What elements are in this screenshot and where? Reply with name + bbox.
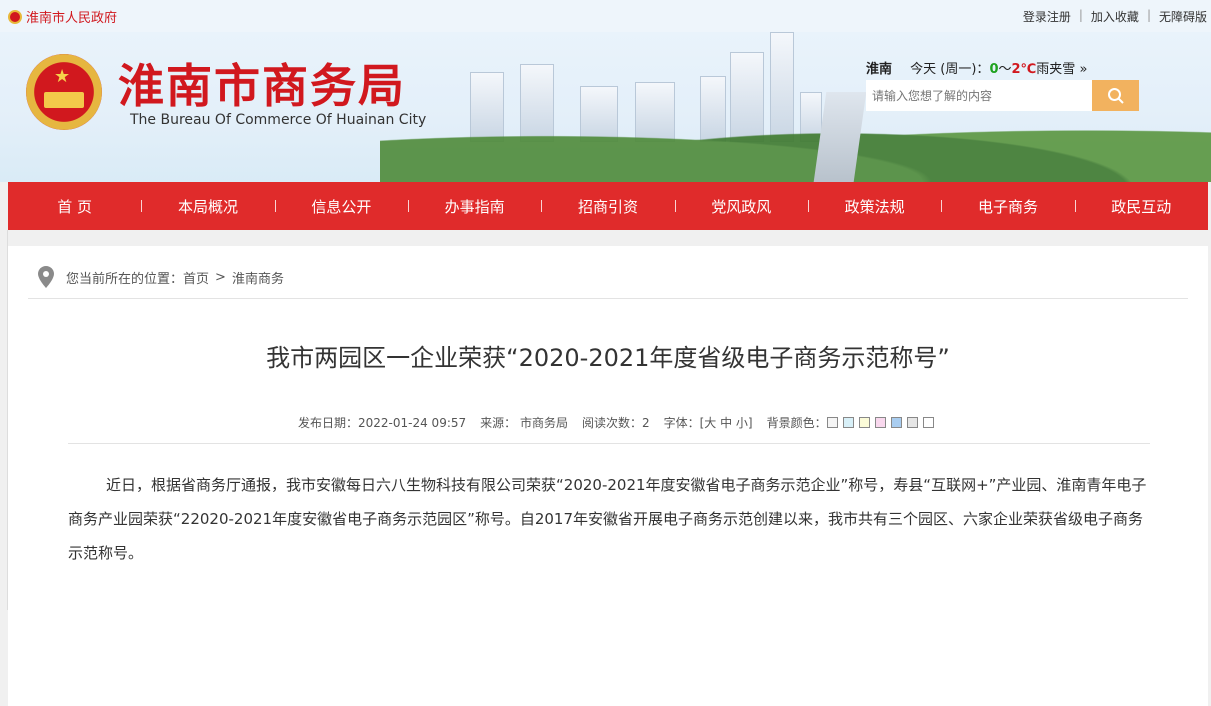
- article-body: 近日，根据省商务厅通报，我市安徽每日六八生物科技有限公司荣获“2020-2021…: [68, 468, 1150, 570]
- article-source: 来源： 市商务局: [480, 416, 568, 430]
- divider: |: [1078, 8, 1083, 22]
- weather-more-icon[interactable]: »: [1079, 62, 1087, 77]
- publish-date: 发布日期：2022-01-24 09:57: [298, 416, 467, 430]
- bg-color-label: 背景颜色：: [766, 416, 827, 430]
- bg-swatch-7[interactable]: [922, 417, 934, 428]
- temp-high: 2℃: [1011, 62, 1037, 77]
- nav-investment[interactable]: 招商引资: [541, 196, 674, 217]
- page-edge: [0, 230, 8, 610]
- breadcrumb-sep: >: [215, 269, 226, 285]
- breadcrumb-current[interactable]: 淮南商务: [232, 268, 284, 287]
- accessibility-link[interactable]: 无障碍版: [1159, 8, 1207, 25]
- nav-about[interactable]: 本局概况: [141, 196, 274, 217]
- nav-policies[interactable]: 政策法规: [807, 196, 941, 217]
- article-card: 您当前所在的位置： 首页 > 淮南商务 我市两园区一企业荣获“2020-2021…: [8, 246, 1208, 706]
- weather-city: 淮南: [866, 62, 893, 77]
- gov-link-label: 淮南市人民政府: [26, 11, 118, 26]
- top-bar: 淮南市人民政府 登录注册 | 加入收藏 | 无障碍版: [0, 0, 1211, 32]
- national-emblem-logo: ★: [26, 54, 102, 130]
- nav-home[interactable]: 首 页: [8, 196, 141, 217]
- national-emblem-icon: [8, 9, 22, 24]
- nav-interaction[interactable]: 政民互动: [1074, 196, 1208, 217]
- top-links: 登录注册 | 加入收藏 | 无障碍版: [1023, 8, 1207, 25]
- divider: |: [1146, 8, 1151, 22]
- article-meta: 发布日期：2022-01-24 09:57 来源： 市商务局 阅读次数：2 字体…: [298, 414, 939, 431]
- location-pin-icon: [38, 266, 54, 288]
- divider: [68, 443, 1150, 444]
- site-subtitle: The Bureau Of Commerce Of Huainan City: [130, 112, 427, 128]
- main-nav: 首 页 本局概况 信息公开 办事指南 招商引资 党风政风 政策法规 电子商务 政…: [8, 182, 1208, 230]
- weather-condition: 雨夹雪: [1036, 62, 1076, 77]
- search-icon: [1107, 87, 1124, 104]
- bg-swatch-6[interactable]: [906, 417, 918, 428]
- header-banner: ★ 淮南市商务局 The Bureau Of Commerce Of Huain…: [0, 32, 1211, 182]
- view-count: 阅读次数：2: [581, 416, 650, 430]
- breadcrumb: 您当前所在的位置： 首页 > 淮南商务: [38, 266, 284, 288]
- font-size-control[interactable]: 字体：[大 中 小]: [664, 414, 753, 431]
- site-title[interactable]: 淮南市商务局: [118, 50, 406, 116]
- login-register-link[interactable]: 登录注册: [1023, 8, 1071, 25]
- gov-home-link[interactable]: 淮南市人民政府: [8, 7, 117, 26]
- nav-ecommerce[interactable]: 电子商务: [941, 196, 1074, 217]
- nav-service-guide[interactable]: 办事指南: [407, 196, 541, 217]
- bg-swatch-1[interactable]: [826, 417, 838, 428]
- article-paragraph: 近日，根据省商务厅通报，我市安徽每日六八生物科技有限公司荣获“2020-2021…: [68, 476, 1147, 562]
- bg-swatch-3[interactable]: [858, 417, 870, 428]
- trees-decoration: [380, 102, 1211, 182]
- add-favorite-link[interactable]: 加入收藏: [1091, 8, 1139, 25]
- nav-info-disclosure[interactable]: 信息公开: [274, 196, 408, 217]
- weather-day: 今天 (周一)：: [910, 62, 990, 77]
- bg-swatch-5[interactable]: [890, 417, 902, 428]
- breadcrumb-prefix: 您当前所在的位置：: [66, 271, 184, 287]
- search-input[interactable]: [866, 80, 1092, 111]
- bg-swatch-2[interactable]: [842, 417, 854, 428]
- breadcrumb-home[interactable]: 首页: [183, 268, 209, 287]
- weather-widget: 淮南 今天 (周一)：0～2℃雨夹雪 »: [866, 58, 1087, 77]
- divider: [28, 298, 1188, 299]
- bg-swatch-4[interactable]: [874, 417, 886, 428]
- search-button[interactable]: [1092, 80, 1139, 111]
- temp-range-sep: ～: [998, 62, 1012, 77]
- nav-party-conduct[interactable]: 党风政风: [674, 196, 808, 217]
- article-title: 我市两园区一企业荣获“2020-2021年度省级电子商务示范称号”: [266, 344, 950, 372]
